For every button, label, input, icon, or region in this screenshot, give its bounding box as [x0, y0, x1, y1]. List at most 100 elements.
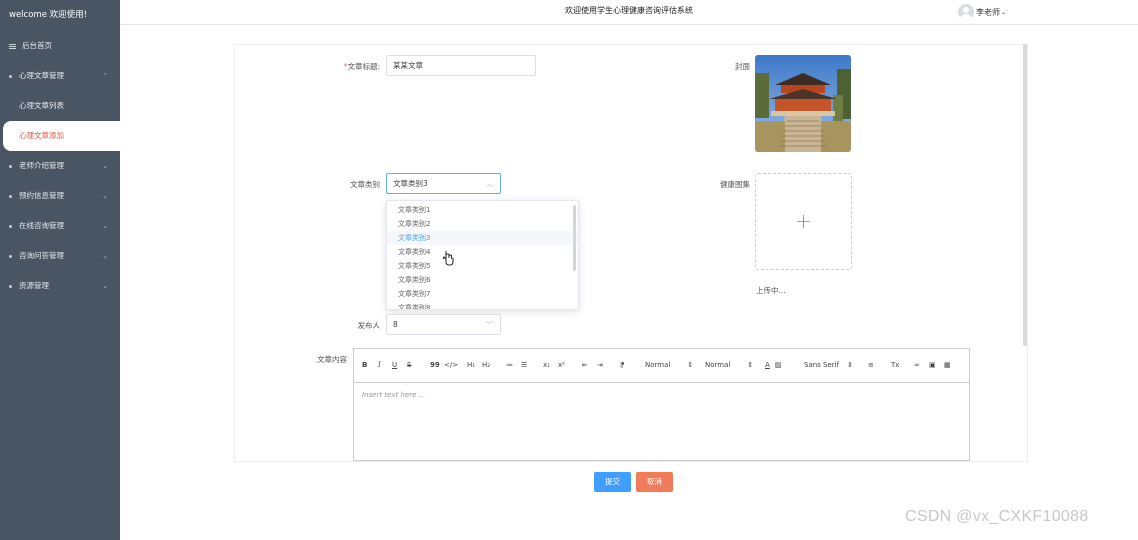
ordered-list-button[interactable]: ≔	[506, 361, 513, 369]
bullet-list-button[interactable]: ☰	[521, 361, 527, 369]
code-button[interactable]: </>	[444, 361, 458, 369]
sidebar-item-home[interactable]: 后台首页	[0, 31, 120, 61]
chevron-down-icon: ﹀	[486, 320, 493, 329]
color-icon: A	[765, 361, 770, 369]
category-label: 文章类别	[350, 180, 380, 189]
title-input-value: 某某文章	[393, 61, 423, 70]
bullet-icon	[9, 164, 12, 168]
sidebar-group-teachers[interactable]: 老师介绍管理 ⌄	[0, 151, 120, 181]
clean-format-button[interactable]: Tx	[891, 361, 899, 369]
sidebar-item-label: 在线咨询管理	[19, 221, 64, 230]
submit-button[interactable]: 提交	[594, 472, 631, 492]
chevron-down-icon: ⌄	[102, 282, 108, 290]
category-dropdown[interactable]: 文章类别1 文章类别2 文章类别3 文章类别4 文章类别5 文章类别6 文章类别…	[386, 200, 579, 310]
chevron-down-icon: ⌄	[102, 222, 108, 230]
sidebar-item-label: 咨询问答管理	[19, 251, 64, 260]
chevron-up-icon: ⌃	[102, 72, 108, 80]
dropdown-option[interactable]: 文章类别6	[387, 273, 578, 287]
bold-button[interactable]: B	[362, 361, 367, 369]
watermark: CSDN @vx_CXKF10088	[905, 508, 1089, 525]
font-select-value: Sans Serif	[804, 361, 840, 369]
updown-icon: ⇕	[687, 361, 694, 369]
subscript-button[interactable]: x₁	[543, 361, 550, 369]
chevron-down-icon: ⌄	[102, 192, 108, 200]
header-select[interactable]: Normal ⇕	[705, 361, 753, 369]
size-select-value: Normal	[645, 361, 671, 369]
direction-button[interactable]: ⁋	[620, 361, 624, 369]
h1-button[interactable]: H₁	[467, 361, 475, 369]
updown-icon: ⇕	[847, 361, 853, 369]
category-select[interactable]: 文章类别3 ︿	[386, 173, 501, 194]
title-label: *文章标题:	[330, 61, 380, 72]
user-menu[interactable]: 李老师 ⌄	[958, 4, 1006, 20]
brand-title: welcome 欢迎使用!	[9, 10, 88, 20]
sidebar: welcome 欢迎使用! 后台首页 心理文章管理 ⌃ 心理文章列表 心理文章添…	[0, 0, 120, 540]
content-label: 文章内容	[317, 355, 347, 364]
dropdown-option[interactable]: 文章类别4	[387, 245, 578, 259]
sidebar-item-label: 预约信息管理	[19, 191, 64, 200]
align-button[interactable]: ≡	[868, 361, 874, 369]
font-select[interactable]: Sans Serif ⇕	[804, 361, 853, 369]
bullet-icon	[9, 74, 12, 78]
sidebar-group-appointments[interactable]: 预约信息管理 ⌄	[0, 181, 120, 211]
size-select[interactable]: Normal ⇕	[645, 361, 693, 369]
cancel-button[interactable]: 取消	[636, 472, 673, 492]
outdent-button[interactable]: ⇤	[582, 361, 588, 369]
bullet-icon	[9, 194, 12, 198]
dropdown-option[interactable]: 文章类别7	[387, 287, 578, 301]
color-button[interactable]: A ▨	[765, 361, 781, 369]
italic-button[interactable]: I	[378, 361, 381, 369]
editor-placeholder: Insert text here ...	[362, 391, 426, 399]
indent-button[interactable]: ⇥	[597, 361, 603, 369]
dropdown-scrollbar[interactable]	[573, 205, 576, 271]
underline-button[interactable]: U	[392, 361, 397, 369]
cover-label: 封面	[735, 62, 750, 71]
bullet-icon	[9, 254, 12, 258]
rich-text-editor[interactable]: B I U S 99 </> H₁ H₂ ≔ ☰ x₁ x² ⇤ ⇥ ⁋ Nor…	[353, 348, 970, 461]
dropdown-option[interactable]: 文章类别1	[387, 203, 578, 217]
strike-button[interactable]: S	[407, 361, 411, 369]
user-name: 李老师	[976, 7, 1000, 17]
category-select-value: 文章类别3	[393, 179, 428, 188]
sidebar-item-label: 后台首页	[22, 41, 52, 50]
scrollbar[interactable]	[1023, 44, 1027, 346]
sidebar-group-articles[interactable]: 心理文章管理 ⌃	[0, 61, 120, 91]
sidebar-item-article-list[interactable]: 心理文章列表	[0, 91, 120, 121]
publisher-select[interactable]: 8 ﹀	[386, 314, 501, 335]
sidebar-item-label: 老师介绍管理	[19, 161, 64, 170]
chevron-down-icon: ⌄	[1001, 8, 1007, 16]
menu-icon	[9, 43, 16, 49]
image-button[interactable]: ▣	[929, 361, 936, 369]
chevron-down-icon: ⌄	[102, 252, 108, 260]
publisher-label: 发布人	[357, 321, 381, 330]
cover-image[interactable]	[755, 55, 851, 152]
hand-cursor-icon	[443, 251, 454, 266]
header-select-value: Normal	[705, 361, 731, 369]
dropdown-option[interactable]: 文章类别8	[387, 301, 578, 309]
dropdown-option[interactable]: 文章类别2	[387, 217, 578, 231]
title-label-text: 文章标题:	[347, 62, 380, 71]
sidebar-item-article-add[interactable]: 心理文章添加	[3, 121, 120, 151]
sidebar-item-label: 心理文章管理	[19, 71, 64, 80]
avatar	[958, 4, 974, 20]
title-input[interactable]: 某某文章	[386, 55, 536, 76]
sidebar-item-label: 资源管理	[19, 281, 49, 290]
chevron-down-icon: ⌄	[102, 162, 108, 170]
upload-status: 上传中...	[756, 286, 786, 295]
dropdown-option-selected[interactable]: 文章类别3	[387, 231, 578, 245]
video-button[interactable]: ▦	[944, 361, 951, 369]
dropdown-option[interactable]: 文章类别5	[387, 259, 578, 273]
h2-button[interactable]: H₂	[482, 361, 490, 369]
link-icon[interactable]: ∞	[914, 361, 920, 369]
superscript-button[interactable]: x²	[558, 361, 565, 369]
chevron-up-icon: ︿	[486, 179, 493, 188]
sidebar-group-online-consult[interactable]: 在线咨询管理 ⌄	[0, 211, 120, 241]
temple-image	[755, 55, 851, 152]
updown-icon: ⇕	[747, 361, 754, 369]
sidebar-group-qa[interactable]: 咨询问答管理 ⌄	[0, 241, 120, 271]
sidebar-group-resources[interactable]: 资源管理 ⌄	[0, 271, 120, 301]
quote-button[interactable]: 99	[430, 361, 440, 369]
gallery-label: 健康图集	[720, 180, 750, 189]
gallery-upload[interactable]: +	[755, 173, 852, 270]
publisher-select-value: 8	[393, 320, 398, 329]
